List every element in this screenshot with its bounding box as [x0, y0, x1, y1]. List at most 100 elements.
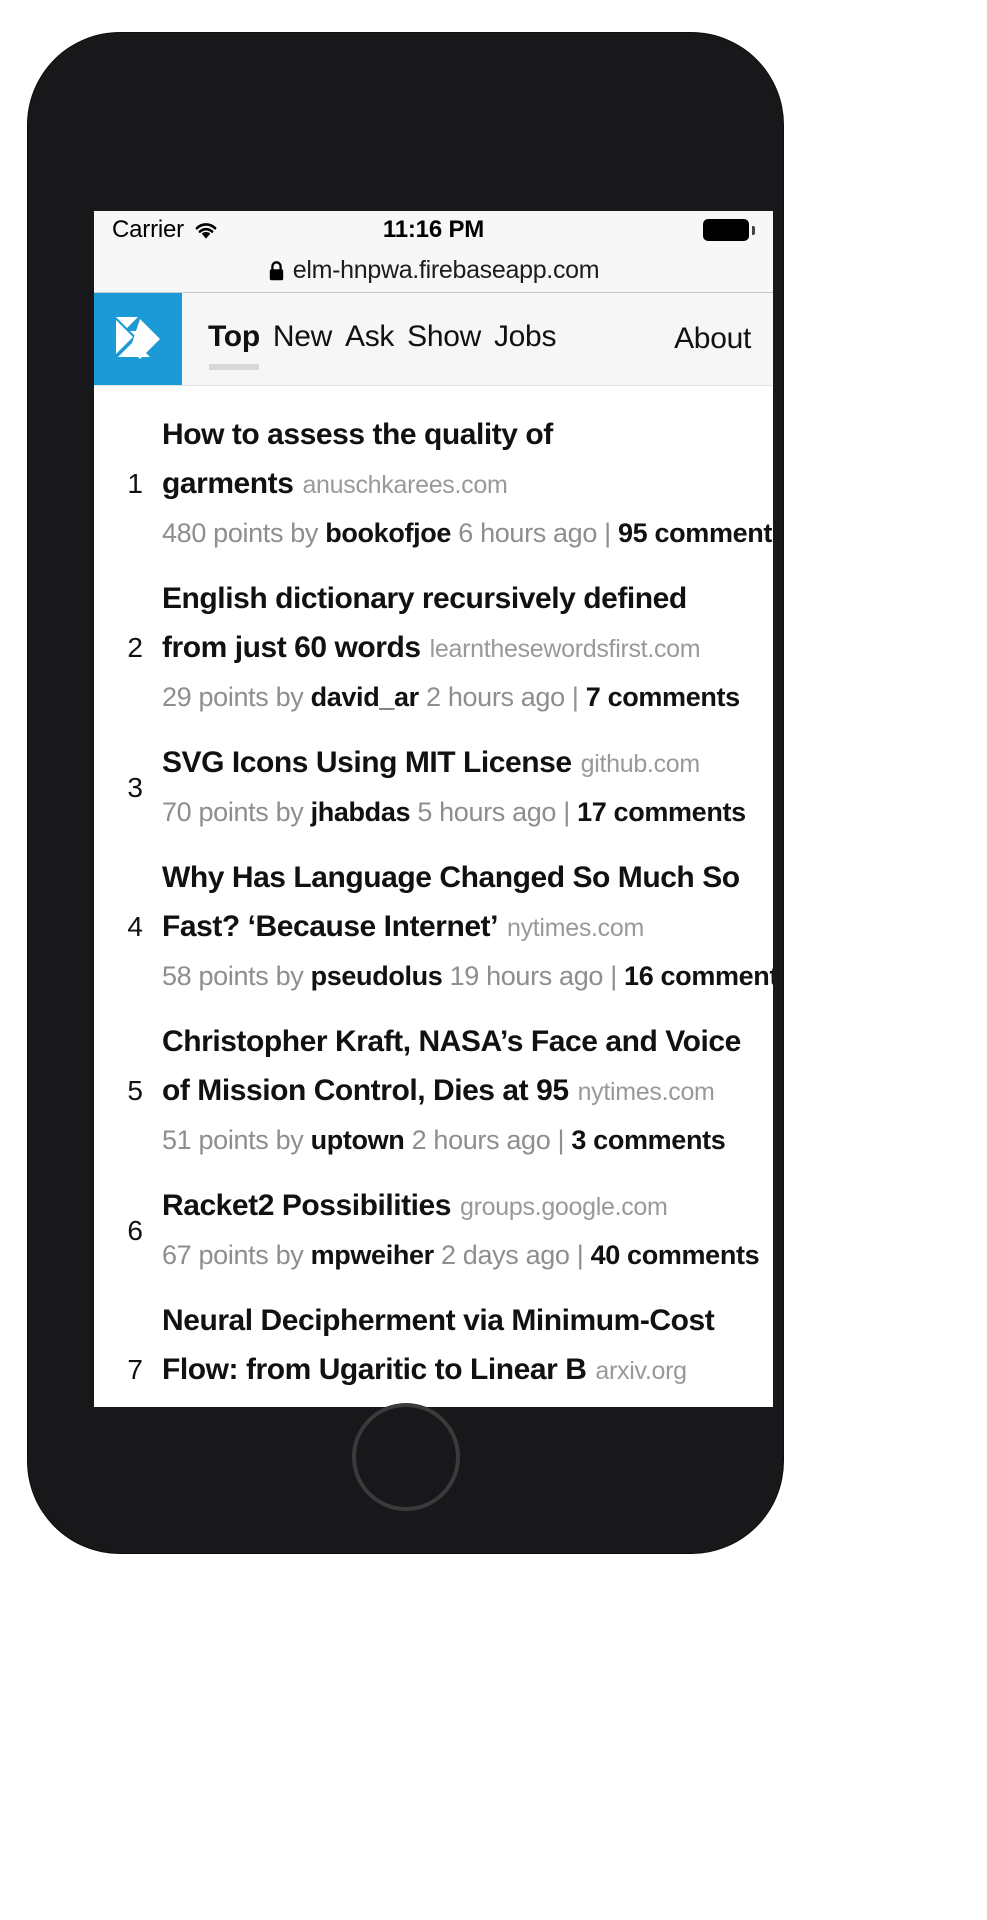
story-author[interactable]: uptown [311, 1125, 405, 1155]
story-title-line: English dictionary recursively defined f… [162, 579, 753, 677]
mute-switch[interactable] [36, 213, 47, 259]
story-domain[interactable]: groups.google.com [460, 1193, 668, 1221]
story-points: 70 points [162, 797, 269, 827]
story-body: Neural Decipherment via Minimum-Cost Flo… [162, 1301, 758, 1407]
story-meta: 58 points by pseudolus 19 hours ago | 16… [162, 956, 773, 996]
story-meta: 29 points by david_ar 2 hours ago | 7 co… [162, 677, 753, 717]
story-points: 29 points [162, 682, 269, 712]
screenshot-root: Carrier 11:16 PM elm-hnpwa.firebaseapp.c… [0, 0, 987, 1920]
story-rank: 1 [127, 468, 143, 499]
story-by-label: by [275, 1125, 304, 1155]
story-rank: 4 [127, 911, 143, 942]
story-domain[interactable]: anuschkarees.com [302, 471, 507, 499]
story-rank: 6 [127, 1214, 143, 1246]
story-meta-separator: | [610, 961, 617, 991]
lock-icon [268, 260, 285, 282]
story-meta: 51 points by uptown 2 hours ago | 3 comm… [162, 1120, 753, 1160]
story-author[interactable]: bookofjoe [325, 518, 451, 548]
story-row[interactable]: 6 Racket2 Possibilities groups.google.com… [94, 1173, 773, 1288]
story-comments-link[interactable]: 3 comments [571, 1125, 725, 1155]
story-time: 6 hours ago [458, 518, 598, 548]
carrier-label: Carrier [112, 216, 184, 243]
story-comments-link[interactable]: 7 comments [586, 682, 740, 712]
story-list: 1 How to assess the quality of garments a… [94, 386, 773, 1407]
story-meta: 70 points by jhabdas 5 hours ago | 17 co… [162, 792, 753, 832]
story-time: 2 days ago [440, 1240, 570, 1270]
story-row[interactable]: 2 English dictionary recursively defined… [94, 566, 773, 730]
nav-tab-list: Top New Ask Show Jobs [208, 320, 556, 370]
story-comments-link[interactable]: 95 comments [618, 518, 773, 548]
story-time: 6 hours ago [444, 1404, 583, 1407]
story-time: 2 hours ago [426, 682, 565, 712]
volume-up-button[interactable] [36, 323, 47, 405]
story-meta-separator: | [557, 1125, 565, 1155]
story-domain[interactable]: github.com [581, 750, 701, 778]
story-points: 67 points [162, 1240, 269, 1270]
story-body: How to assess the quality of garments anu… [162, 415, 773, 553]
story-comments-link[interactable]: 40 comments [591, 1240, 760, 1270]
story-row[interactable]: 1 How to assess the quality of garments a… [94, 402, 773, 566]
story-body: Christopher Kraft, NASA’s Face and Voice… [162, 1022, 753, 1160]
story-title[interactable]: Racket2 Possibilities [162, 1189, 451, 1222]
story-body: SVG Icons Using MIT License github.com 70… [162, 743, 753, 832]
browser-url-bar[interactable]: elm-hnpwa.firebaseapp.com [94, 249, 773, 293]
ios-status-bar: Carrier 11:16 PM [94, 211, 773, 249]
nav-tab-new[interactable]: New [273, 320, 332, 358]
site-header: Top New Ask Show Jobs About [94, 293, 773, 386]
story-points: 480 points [162, 518, 284, 548]
story-comments-link[interactable]: 17 comments [577, 797, 746, 827]
phone-device-frame: Carrier 11:16 PM elm-hnpwa.firebaseapp.c… [28, 33, 783, 1553]
volume-down-button[interactable] [36, 433, 47, 515]
story-domain[interactable]: learnthesewordsfirst.com [430, 635, 701, 663]
nav-tab-top[interactable]: Top [208, 320, 260, 370]
story-domain[interactable]: nytimes.com [507, 914, 644, 942]
story-domain[interactable]: arxiv.org [595, 1357, 687, 1385]
story-title-line: Racket2 Possibilities groups.google.com [162, 1186, 753, 1235]
story-by-label: by [275, 797, 304, 827]
story-by-label: by [275, 1240, 304, 1270]
story-meta-separator: | [604, 518, 611, 548]
story-title-line: Neural Decipherment via Minimum-Cost Flo… [162, 1301, 753, 1399]
story-by-label: by [290, 518, 319, 548]
nav-tab-jobs[interactable]: Jobs [494, 320, 556, 358]
story-comments-link[interactable]: 16 comments [624, 961, 773, 991]
story-body: Why Has Language Changed So Much So Fast… [162, 858, 773, 996]
story-time: 2 hours ago [411, 1125, 551, 1155]
story-body: English dictionary recursively defined f… [162, 579, 753, 717]
story-author[interactable]: david_ar [311, 682, 420, 712]
story-row[interactable]: 3 SVG Icons Using MIT License github.com … [94, 730, 773, 845]
story-meta: 67 points by mpweiher 2 days ago | 40 co… [162, 1235, 760, 1275]
story-title-line: Christopher Kraft, NASA’s Face and Voice… [162, 1022, 753, 1120]
story-rank: 2 [127, 632, 143, 663]
battery-icon [703, 219, 749, 241]
story-points: 51 points [162, 1125, 269, 1155]
nav-tab-show[interactable]: Show [407, 320, 481, 358]
story-meta-separator: | [563, 797, 570, 827]
story-rank: 3 [127, 771, 143, 803]
story-author[interactable]: pseudolus [311, 961, 443, 991]
story-title[interactable]: SVG Icons Using MIT License [162, 746, 572, 779]
story-title-line: SVG Icons Using MIT License github.com [162, 743, 753, 792]
story-comments-link[interactable]: 6 comments [603, 1404, 757, 1407]
url-text: elm-hnpwa.firebaseapp.com [292, 256, 600, 284]
site-nav: Top New Ask Show Jobs About [182, 293, 773, 385]
story-points: 50 points [162, 1404, 269, 1407]
story-row[interactable]: 7 Neural Decipherment via Minimum-Cost F… [94, 1288, 773, 1407]
story-domain[interactable]: nytimes.com [578, 1078, 715, 1106]
story-meta-separator: | [590, 1404, 597, 1407]
home-button[interactable] [351, 1403, 460, 1511]
nav-right-group: About [674, 322, 751, 356]
story-title[interactable]: Why Has Language Changed So Much So Fast… [162, 861, 740, 943]
story-by-label: by [276, 1404, 304, 1407]
story-author[interactable]: jhabdas [311, 797, 411, 827]
story-meta: 50 points by bookofjoe 6 hours ago | 6 c… [162, 1399, 758, 1407]
story-author[interactable]: mpweiher [311, 1240, 435, 1270]
elm-logo-icon[interactable] [94, 293, 182, 385]
nav-tab-ask[interactable]: Ask [345, 320, 394, 358]
nav-link-about[interactable]: About [674, 322, 751, 355]
story-row[interactable]: 5 Christopher Kraft, NASA’s Face and Voi… [94, 1009, 773, 1173]
battery-cap-icon [752, 225, 755, 235]
story-row[interactable]: 4 Why Has Language Changed So Much So Fa… [94, 845, 773, 1009]
wifi-icon [193, 220, 219, 240]
story-rank: 7 [127, 1354, 143, 1385]
